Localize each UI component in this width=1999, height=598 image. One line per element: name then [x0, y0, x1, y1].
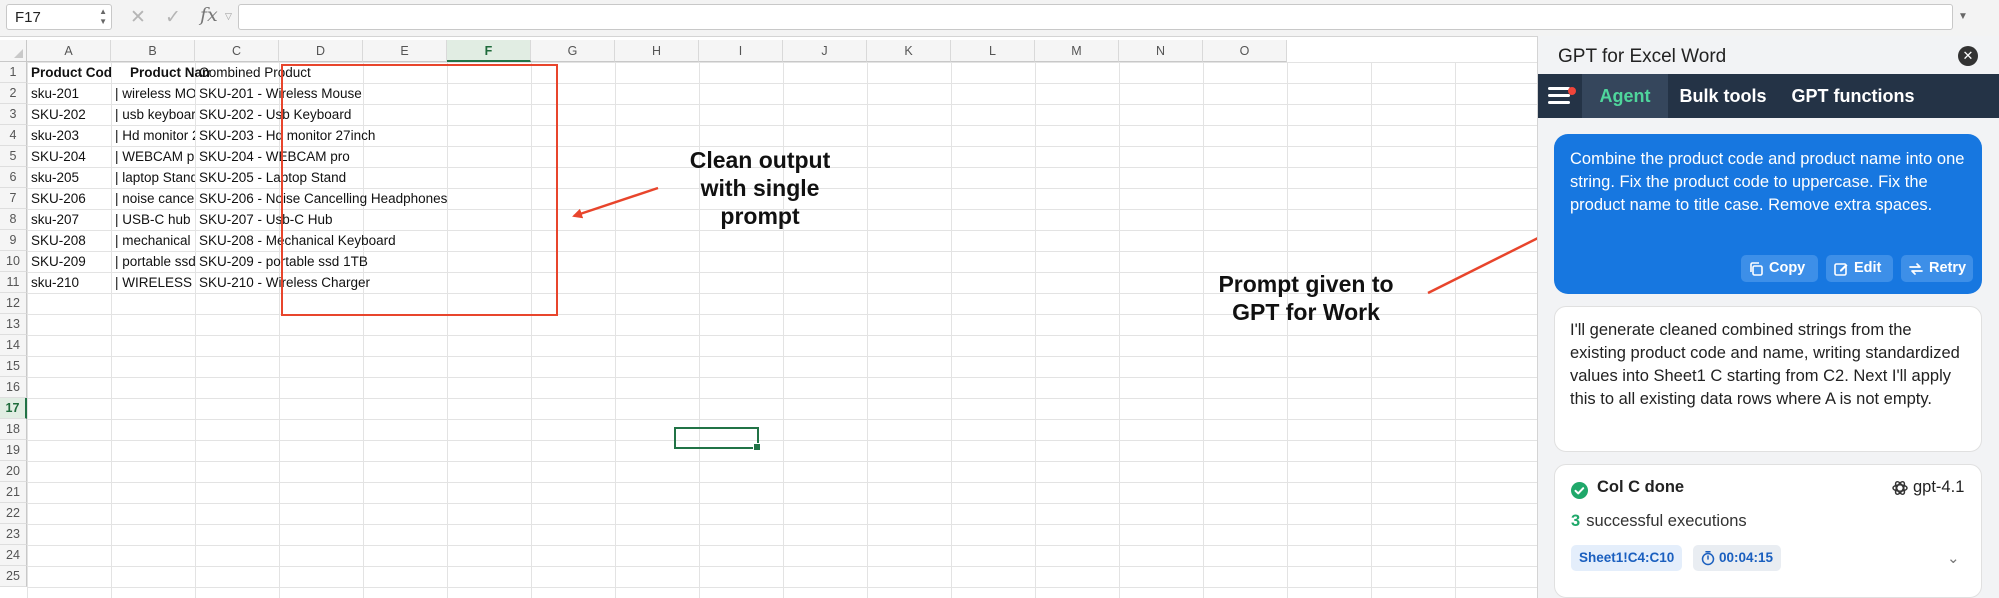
menu-icon[interactable] [1548, 83, 1576, 107]
prompt-text: Combine the product code and product nam… [1570, 150, 1965, 214]
model-name: gpt-4.1 [1913, 478, 1965, 496]
gpt-side-panel: GPT for Excel Word ✕ Agent Bulk tools GP… [1537, 36, 1999, 598]
edit-button[interactable]: Edit [1826, 255, 1893, 282]
user-prompt-bubble: Combine the product code and product nam… [1554, 134, 1982, 294]
tab-bulk-tools[interactable]: Bulk tools [1668, 74, 1778, 118]
openai-logo-icon [1892, 481, 1908, 495]
close-icon[interactable]: ✕ [1958, 46, 1978, 66]
retry-button[interactable]: Retry [1901, 255, 1973, 282]
execution-summary: 3 successful executions [1571, 512, 1747, 531]
edit-icon [1834, 263, 1848, 276]
output-arrow [572, 186, 659, 219]
stopwatch-icon [1701, 551, 1715, 566]
panel-title: GPT for Excel Word [1558, 46, 1727, 67]
tab-agent[interactable]: Agent [1582, 74, 1668, 118]
copy-icon [1750, 262, 1763, 276]
duration-chip: 00:04:15 [1693, 545, 1782, 571]
range-chip[interactable]: Sheet1!C4:C10 [1571, 545, 1683, 571]
success-label: successful executions [1586, 512, 1747, 530]
copy-button[interactable]: Copy [1741, 255, 1818, 282]
execution-status-card: Col C done gpt-4.1 3 successful execution… [1554, 464, 1982, 598]
panel-tab-bar: Agent Bulk tools GPT functions [1538, 74, 1999, 118]
prompt-arrow [1427, 230, 1552, 295]
assistant-reply-card: I'll generate cleaned combined strings f… [1554, 306, 1982, 452]
chevron-down-icon[interactable]: ⌄ [1947, 549, 1960, 567]
retry-icon [1909, 263, 1923, 275]
success-count: 3 [1571, 512, 1581, 530]
notification-dot [1568, 87, 1576, 95]
assistant-reply-text: I'll generate cleaned combined strings f… [1570, 321, 1960, 408]
tab-gpt-functions[interactable]: GPT functions [1778, 74, 1928, 118]
check-circle-icon [1571, 482, 1588, 499]
status-title: Col C done [1597, 478, 1685, 496]
